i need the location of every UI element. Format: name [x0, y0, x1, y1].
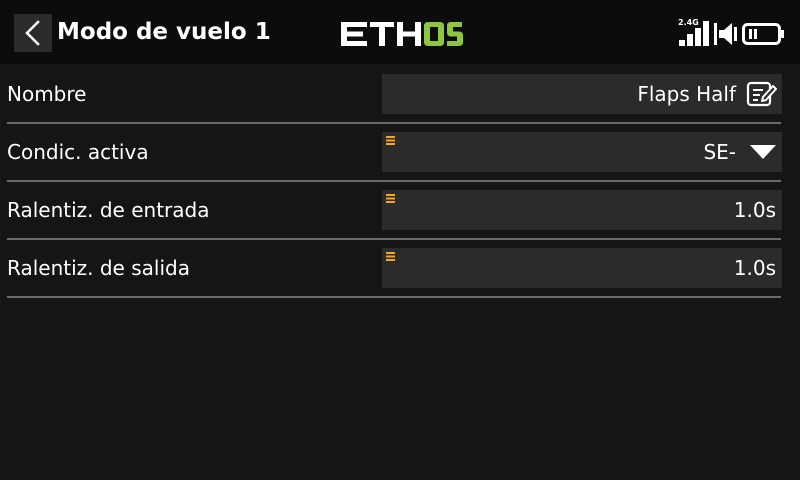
row-label: Nombre: [7, 82, 87, 106]
active-condition-dropdown[interactable]: SE-: [382, 132, 782, 172]
volume-icon: [714, 23, 737, 45]
options-marker-icon: [386, 252, 395, 261]
row-nombre: Nombre Flaps Half: [0, 62, 800, 124]
slow-out-value: 1.0s: [733, 256, 776, 280]
chevron-left-icon: [25, 20, 40, 46]
battery-icon: [742, 23, 784, 45]
status-area: 2.4G: [674, 14, 794, 50]
name-value: Flaps Half: [637, 82, 736, 106]
slow-in-value: 1.0s: [733, 198, 776, 222]
active-condition-value: SE-: [703, 140, 736, 164]
dropdown-arrow-icon[interactable]: [750, 144, 776, 160]
back-button[interactable]: [14, 14, 52, 52]
signal-strength-icon: [679, 21, 709, 46]
row-label: Condic. activa: [7, 140, 149, 164]
row-label: Ralentiz. de entrada: [7, 198, 210, 222]
slow-out-field[interactable]: 1.0s: [382, 248, 782, 288]
name-field[interactable]: Flaps Half: [382, 74, 782, 114]
slow-in-field[interactable]: 1.0s: [382, 190, 782, 230]
screen: Modo de vuelo 1 2.4G Nombre Flaps Half C…: [0, 0, 800, 480]
header-bar: Modo de vuelo 1 2.4G: [0, 0, 800, 64]
divider: [7, 296, 781, 298]
row-label: Ralentiz. de salida: [7, 256, 190, 280]
edit-icon[interactable]: [746, 80, 778, 108]
options-marker-icon: [386, 194, 395, 203]
row-slow-out: Ralentiz. de salida 1.0s: [0, 236, 800, 298]
row-condicion-activa: Condic. activa SE-: [0, 120, 800, 182]
options-marker-icon: [386, 136, 395, 145]
page-title: Modo de vuelo 1: [57, 19, 271, 45]
row-slow-in: Ralentiz. de entrada 1.0s: [0, 178, 800, 240]
ethos-logo: [341, 22, 463, 46]
